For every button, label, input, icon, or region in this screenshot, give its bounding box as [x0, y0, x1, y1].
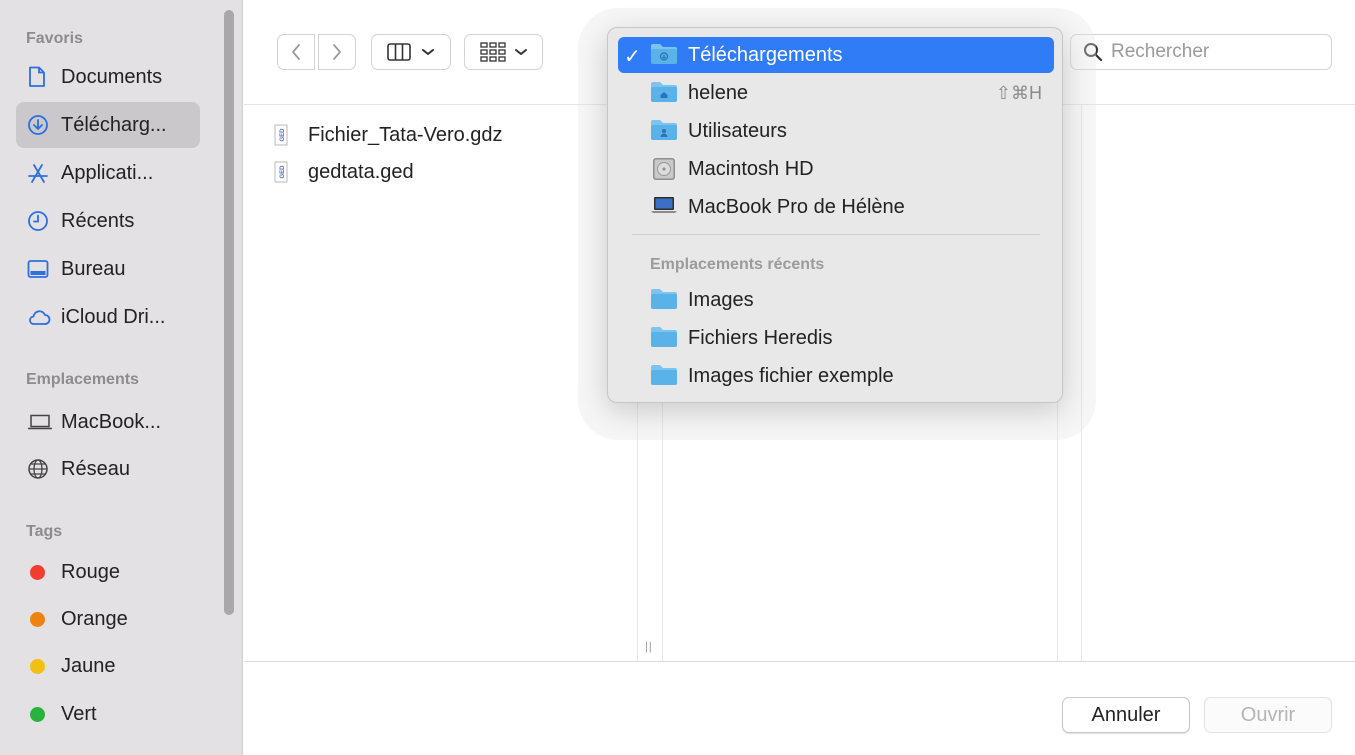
home-folder-icon [650, 81, 678, 109]
sidebar-item-label: Orange [61, 607, 128, 630]
ged-file-icon: GED [274, 124, 288, 146]
group-button[interactable] [464, 34, 543, 70]
sidebar-item-label: Télécharg... [61, 113, 167, 136]
menu-item-label: Utilisateurs [688, 120, 787, 142]
menu-item-label: MacBook Pro de Hélène [688, 196, 905, 218]
folder-icon [650, 326, 678, 354]
sidebar-item-applications[interactable]: Applicati... [16, 150, 200, 196]
desktop-icon [27, 259, 55, 279]
orange-tag-icon [27, 611, 55, 627]
menu-section-title: Emplacements récents [650, 256, 825, 273]
checkmark-icon: ✓ [624, 46, 641, 68]
clock-icon [27, 210, 55, 232]
chevron-right-icon [333, 44, 341, 60]
folder-icon [650, 364, 678, 392]
menu-item-macintosh-hd[interactable]: Macintosh HD [618, 151, 1054, 187]
sidebar-item-label: iCloud Dri... [61, 305, 166, 328]
grid-icon [479, 42, 506, 62]
cloud-icon [27, 308, 55, 326]
sidebar-item-downloads[interactable]: Télécharg... [16, 102, 200, 148]
sidebar-item-label: Réseau [61, 457, 130, 480]
sidebar-tag-green[interactable]: Vert [16, 691, 200, 737]
file-name: Fichier_Tata-Vero.gdz [308, 123, 503, 146]
menu-item-label: Images [688, 289, 754, 311]
tag-dot [30, 611, 45, 627]
sidebar-section-tags: Tags [26, 523, 63, 540]
sidebar-item-label: Rouge [61, 560, 120, 583]
file-row[interactable]: GED Fichier_Tata-Vero.gdz [274, 120, 503, 150]
sidebar-section-locations: Emplacements [26, 371, 139, 388]
users-folder-icon [650, 119, 678, 147]
menu-item-downloads[interactable]: ✓ Téléchargements [618, 37, 1054, 73]
sidebar-item-documents[interactable]: Documents [16, 54, 200, 100]
sidebar-item-network[interactable]: Réseau [16, 446, 200, 492]
menu-item-label: Fichiers Heredis [688, 327, 833, 349]
chevron-down-icon [514, 49, 527, 55]
sidebar-item-label: MacBook... [61, 410, 162, 433]
svg-text:GED: GED [280, 128, 286, 142]
globe-icon [27, 458, 55, 480]
file-row[interactable]: GED gedtata.ged [274, 157, 414, 187]
applications-icon [27, 162, 55, 184]
sidebar-tag-red[interactable]: Rouge [16, 549, 200, 595]
sidebar-item-macbook[interactable]: MacBook... [16, 399, 200, 445]
view-mode-button[interactable] [371, 34, 451, 70]
tag-dot [30, 564, 45, 580]
folder-icon [650, 288, 678, 316]
columns-view-icon [387, 43, 411, 61]
chevron-left-icon [292, 44, 300, 60]
menu-shortcut: ⇧⌘H [995, 83, 1042, 103]
document-icon [27, 66, 55, 88]
sidebar-section-favorites: Favoris [26, 30, 83, 47]
sidebar-item-label: Jaune [61, 654, 116, 677]
menu-item-users[interactable]: Utilisateurs [618, 113, 1054, 149]
menu-item-recent-images-fichier-exemple[interactable]: Images fichier exemple [618, 358, 1054, 394]
footer-divider [244, 661, 1355, 662]
search-field[interactable] [1070, 34, 1332, 70]
download-icon [27, 114, 55, 136]
forward-button[interactable] [318, 34, 356, 70]
sidebar: Favoris Documents Télécharg... Applicati… [0, 0, 243, 755]
yellow-tag-icon [27, 658, 55, 674]
sidebar-item-label: Vert [61, 702, 97, 725]
green-tag-icon [27, 706, 55, 722]
sidebar-item-label: Documents [61, 65, 163, 88]
column-resize-handle[interactable]: || [645, 641, 653, 653]
hard-drive-icon [650, 157, 678, 187]
sidebar-item-label: Récents [61, 209, 135, 232]
sidebar-item-recents[interactable]: Récents [16, 198, 200, 244]
sidebar-tag-orange[interactable]: Orange [16, 596, 200, 642]
menu-item-home[interactable]: helene ⇧⌘H [618, 75, 1054, 111]
sidebar-item-label: Applicati... [61, 161, 154, 184]
menu-item-label: helene [688, 82, 749, 104]
menu-item-macbook-pro[interactable]: MacBook Pro de Hélène [618, 189, 1054, 225]
menu-item-label: Images fichier exemple [688, 365, 894, 387]
laptop-icon [27, 414, 55, 430]
menu-separator [632, 234, 1040, 235]
location-menu: ✓ Téléchargements helene ⇧⌘H Utilisateur… [607, 27, 1063, 403]
open-button[interactable]: Ouvrir [1204, 697, 1332, 733]
search-input[interactable] [1111, 41, 1311, 63]
menu-item-recent-images[interactable]: Images [618, 282, 1054, 318]
ged-file-icon: GED [274, 161, 288, 183]
menu-item-label: Macintosh HD [688, 158, 814, 180]
svg-text:GED: GED [280, 165, 286, 179]
red-tag-icon [27, 564, 55, 580]
chevron-down-icon [422, 49, 434, 55]
back-button[interactable] [277, 34, 315, 70]
tag-dot [30, 706, 45, 722]
laptop-icon [650, 195, 678, 221]
file-name: gedtata.ged [308, 160, 414, 183]
sidebar-item-desktop[interactable]: Bureau [16, 246, 200, 292]
sidebar-item-label: Bureau [61, 257, 126, 280]
menu-item-label: Téléchargements [688, 44, 843, 66]
downloads-folder-icon [650, 43, 678, 71]
cancel-button[interactable]: Annuler [1062, 697, 1190, 733]
sidebar-tag-yellow[interactable]: Jaune [16, 643, 200, 689]
sidebar-scrollbar[interactable] [224, 10, 234, 615]
tag-dot [30, 658, 45, 674]
sidebar-item-icloud-drive[interactable]: iCloud Dri... [16, 294, 200, 340]
menu-item-recent-fichiers-heredis[interactable]: Fichiers Heredis [618, 320, 1054, 356]
